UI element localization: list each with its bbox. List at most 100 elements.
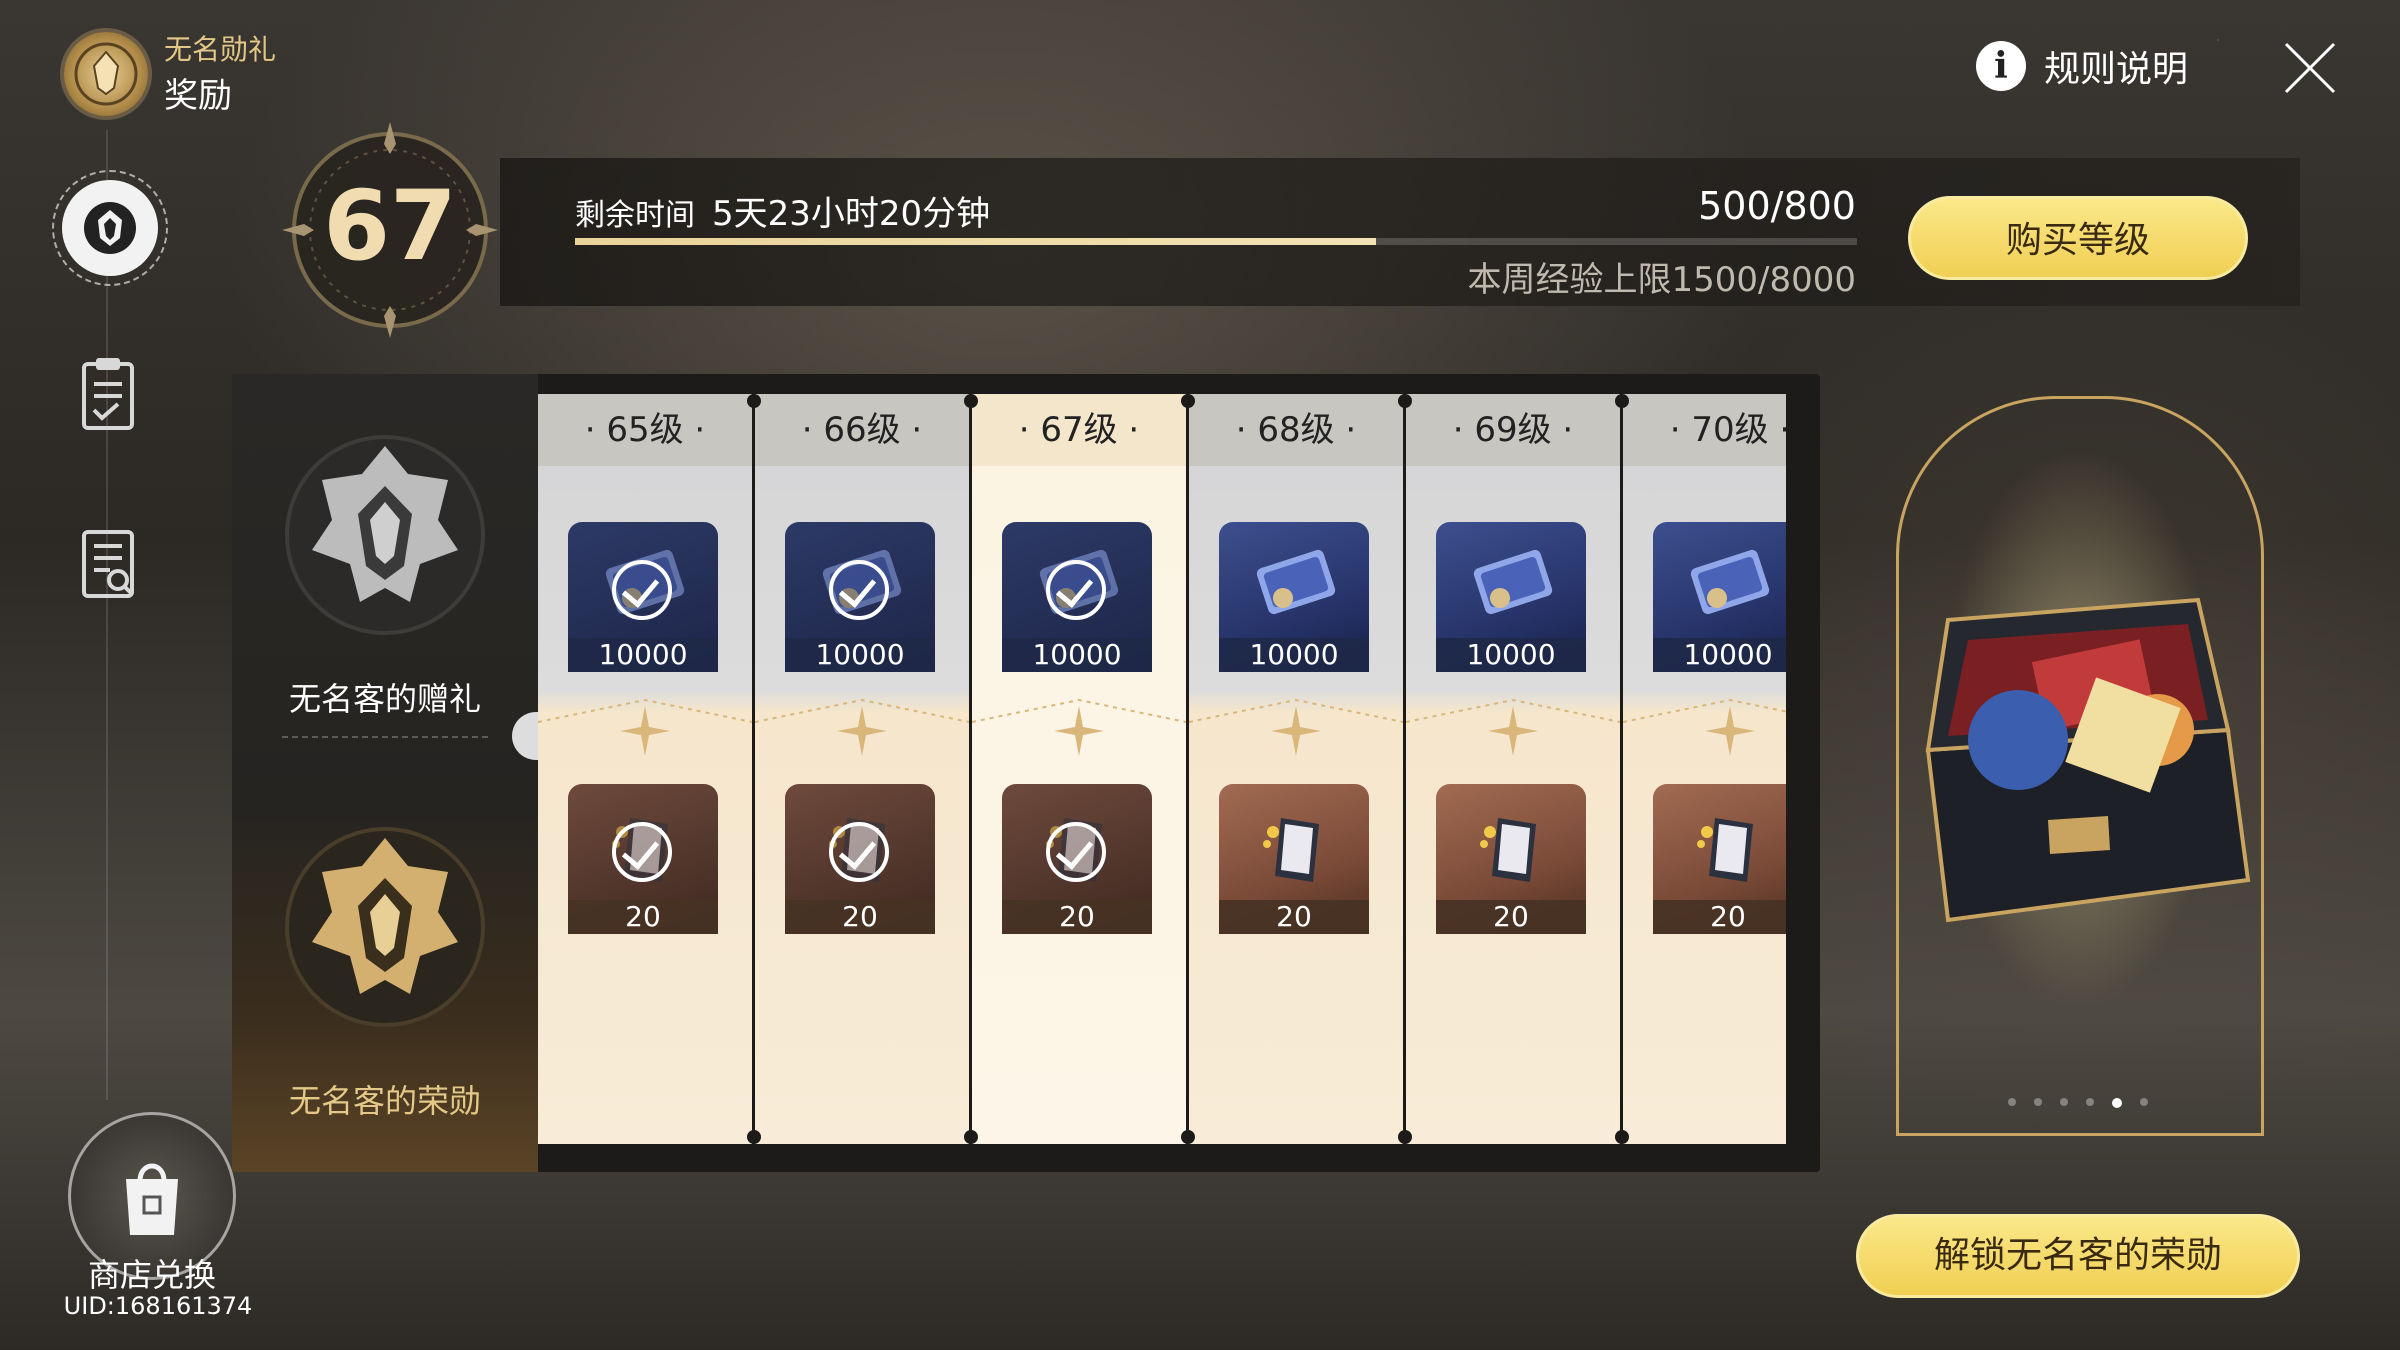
level-column: · 69级 · 10000 20	[1406, 394, 1620, 1144]
star-rail-pass-icon	[1687, 542, 1773, 628]
free-reward-item[interactable]: 10000	[1002, 522, 1152, 672]
free-reward-item[interactable]: 10000	[1219, 522, 1369, 672]
page-title: 奖励	[164, 76, 232, 116]
sparkle-icon	[1054, 706, 1104, 756]
level-column: · 65级 · 10000 20	[538, 394, 752, 1144]
level-column: · 70级 · 10000 20	[1623, 394, 1786, 1144]
reward-quantity: 20	[1002, 900, 1152, 934]
star-rail-pass-icon	[1253, 542, 1339, 628]
level-column: · 66级 · 10000 20	[755, 394, 969, 1144]
exp-progress-text: 500/800	[1698, 184, 1856, 228]
pager-dot[interactable]	[2140, 1098, 2148, 1106]
pager-dot[interactable]	[2060, 1098, 2068, 1106]
divider-dot	[964, 1130, 978, 1144]
pager-dot[interactable]	[2008, 1098, 2016, 1106]
material-book-icon	[1470, 804, 1556, 890]
reward-quantity: 10000	[1653, 638, 1786, 672]
clipboard-check-icon	[82, 358, 134, 430]
rules-button[interactable]: i 规则说明	[1976, 40, 2188, 92]
divider-dot	[1181, 394, 1195, 408]
faint-watermark: ·	[2215, 30, 2221, 51]
reward-quantity: 20	[1436, 900, 1586, 934]
paid-reward-item[interactable]: 20	[1436, 784, 1586, 934]
sparkle-icon	[620, 706, 670, 756]
reward-quantity: 10000	[785, 638, 935, 672]
exp-progress-bar	[575, 238, 1857, 245]
paid-reward-item[interactable]: 20	[568, 784, 718, 934]
emblem-icon	[84, 202, 136, 254]
close-icon	[2284, 42, 2336, 94]
level-column: · 67级 · 10000 20	[972, 394, 1186, 1144]
pager-dot[interactable]	[2034, 1098, 2042, 1106]
column-divider	[1621, 394, 1623, 1144]
paid-tier-emblem-icon	[280, 822, 490, 1036]
nav-item-rewards[interactable]	[52, 170, 168, 286]
level-reward-grid: · 65级 · 10000 20 · 66级 · 10000 20 · 67级 · 10000…	[538, 394, 1786, 1144]
free-tier-emblem-icon	[280, 430, 490, 644]
claimed-check-icon	[829, 560, 889, 620]
paid-reward-item[interactable]: 20	[785, 784, 935, 934]
remaining-time-label: 剩余时间	[575, 198, 695, 233]
level-header: · 68级 ·	[1189, 394, 1403, 466]
column-divider	[753, 394, 755, 1144]
column-divider	[1404, 394, 1406, 1144]
claimed-check-icon	[612, 560, 672, 620]
divider-dot	[964, 394, 978, 408]
free-reward-item[interactable]: 10000	[568, 522, 718, 672]
pager-dot[interactable]	[2086, 1098, 2094, 1106]
divider-dot	[747, 394, 761, 408]
free-reward-item[interactable]: 10000	[1436, 522, 1586, 672]
weekly-exp-cap: 本周经验上限1500/8000	[1467, 260, 1856, 300]
buy-level-button[interactable]: 购买等级	[1908, 196, 2248, 280]
preview-pager[interactable]	[2008, 1098, 2148, 1108]
paid-reward-item[interactable]: 20	[1002, 784, 1152, 934]
sparkle-icon	[1705, 706, 1755, 756]
reward-quantity: 20	[1653, 900, 1786, 934]
shopping-bag-icon	[126, 1163, 178, 1235]
paid-reward-item[interactable]: 20	[1653, 784, 1786, 934]
column-divider	[1187, 394, 1189, 1144]
claimed-check-icon	[1046, 560, 1106, 620]
material-book-icon	[1687, 804, 1773, 890]
user-uid: UID:168161374	[63, 1292, 253, 1320]
document-search-icon	[82, 530, 134, 598]
current-level: 67	[323, 170, 457, 282]
divider-dot	[1398, 394, 1412, 408]
brand-emblem-icon	[64, 32, 148, 116]
level-header: · 65级 ·	[538, 394, 752, 466]
pager-dot[interactable]	[2112, 1098, 2122, 1108]
claimed-check-icon	[612, 822, 672, 882]
exp-progress-fill	[575, 238, 1377, 245]
paid-reward-item[interactable]: 20	[1219, 784, 1369, 934]
info-icon: i	[1976, 41, 2026, 91]
free-tier-name: 无名客的赠礼	[288, 680, 481, 718]
remaining-time-value: 5天23小时20分钟	[712, 194, 991, 234]
close-button[interactable]	[2278, 36, 2342, 100]
sparkle-icon	[837, 706, 887, 756]
divider-dot	[1615, 1130, 1629, 1144]
shop-exchange-label: 商店兑换	[87, 1256, 216, 1294]
free-reward-item[interactable]: 10000	[1653, 522, 1786, 672]
tier-divider	[282, 736, 488, 738]
rules-label: 规则说明	[2044, 49, 2189, 90]
divider-dot	[1398, 1130, 1412, 1144]
claimed-check-icon	[829, 822, 889, 882]
free-reward-item[interactable]: 10000	[785, 522, 935, 672]
nav-item-missions[interactable]	[72, 354, 144, 434]
unlock-premium-button[interactable]: 解锁无名客的荣勋	[1856, 1214, 2300, 1298]
paid-tier-name: 无名客的荣勋	[288, 1082, 481, 1120]
sparkle-icon	[1488, 706, 1538, 756]
reward-quantity: 10000	[568, 638, 718, 672]
reward-quantity: 20	[1219, 900, 1369, 934]
reward-quantity: 10000	[1002, 638, 1152, 672]
reward-quantity: 20	[568, 900, 718, 934]
reward-quantity: 10000	[1219, 638, 1369, 672]
column-divider	[970, 394, 972, 1144]
divider-dot	[1181, 1130, 1195, 1144]
divider-dot	[747, 1130, 761, 1144]
level-header: · 66级 ·	[755, 394, 969, 466]
level-header: · 67级 ·	[972, 394, 1186, 466]
nav-item-records[interactable]	[72, 524, 144, 604]
material-book-icon	[1253, 804, 1339, 890]
sparkle-icon	[1271, 706, 1321, 756]
